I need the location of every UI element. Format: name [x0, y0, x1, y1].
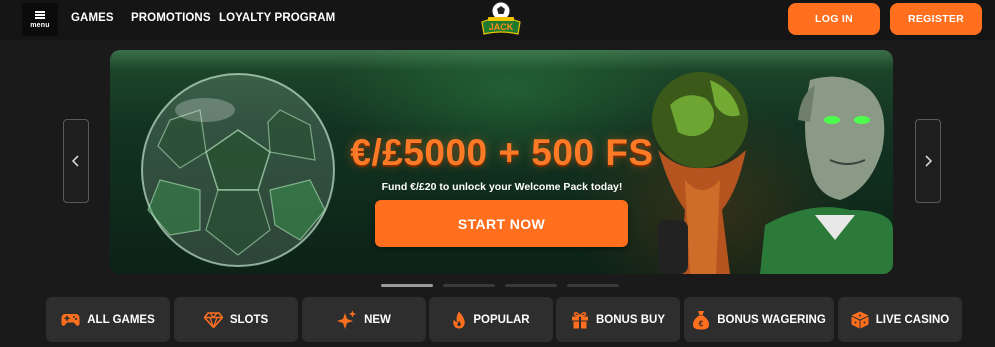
category-new[interactable]: NEW	[302, 297, 426, 342]
category-label: POPULAR	[473, 313, 530, 326]
slider-next-button[interactable]	[915, 119, 941, 203]
slide-dot[interactable]	[567, 284, 619, 287]
glass-football-illustration	[141, 73, 335, 267]
nav-promotions[interactable]: PROMOTIONS	[131, 12, 211, 24]
cube-icon	[851, 311, 869, 328]
start-now-button[interactable]: START NOW	[375, 200, 628, 247]
chevron-right-icon	[925, 155, 932, 167]
hamburger-icon	[35, 10, 45, 19]
category-label: NEW	[364, 313, 391, 326]
banner-headline: €/£5000 + 500 FS	[350, 132, 654, 173]
category-label: LIVE CASINO	[875, 313, 950, 326]
gift-icon	[571, 311, 588, 328]
goblin-character-illustration	[760, 76, 893, 274]
nav-games[interactable]: GAMES	[71, 12, 114, 24]
menu-label: menu	[30, 21, 50, 29]
category-bonus-buy[interactable]: BONUS BUY	[556, 297, 680, 342]
promo-banner[interactable]: €/£5000 + 500 FS Fund €/£20 to unlock yo…	[110, 50, 893, 274]
flame-icon	[453, 311, 466, 328]
slider-prev-button[interactable]	[63, 119, 89, 203]
category-label: SLOTS	[229, 313, 269, 326]
slider-pagination	[381, 284, 621, 287]
menu-button[interactable]: menu	[22, 3, 58, 36]
nav-loyalty-program[interactable]: LOYALTY PROGRAM	[219, 12, 335, 24]
slide-dot[interactable]	[505, 284, 557, 287]
category-bonus-wagering[interactable]: € BONUS WAGERING	[684, 297, 834, 342]
slide-dot[interactable]	[443, 284, 495, 287]
category-slots[interactable]: SLOTS	[174, 297, 298, 342]
football-jacks-logo: JACK	[481, 1, 521, 35]
chevron-left-icon	[72, 155, 79, 167]
site-logo[interactable]: JACK	[478, 0, 524, 38]
gamepad-icon	[61, 313, 80, 326]
svg-text:JACK: JACK	[489, 22, 514, 32]
register-button[interactable]: REGISTER	[890, 3, 982, 35]
category-live-casino[interactable]: LIVE CASINO	[838, 297, 962, 342]
category-label: BONUS WAGERING	[717, 313, 826, 326]
sparkles-icon	[337, 310, 357, 329]
login-button[interactable]: LOG IN	[788, 3, 880, 35]
category-all-games[interactable]: ALL GAMES	[46, 297, 170, 342]
category-label: BONUS BUY	[595, 313, 665, 326]
slide-dot[interactable]	[381, 284, 433, 287]
diamond-icon	[203, 311, 223, 328]
banner-subline: Fund €/£20 to unlock your Welcome Pack t…	[381, 181, 623, 193]
money-bag-icon: €	[693, 310, 710, 329]
category-popular[interactable]: POPULAR	[429, 297, 553, 342]
top-header: menu GAMES PROMOTIONS LOYALTY PROGRAM JA…	[0, 0, 995, 40]
svg-text:€: €	[699, 319, 704, 328]
category-label: ALL GAMES	[87, 313, 155, 326]
